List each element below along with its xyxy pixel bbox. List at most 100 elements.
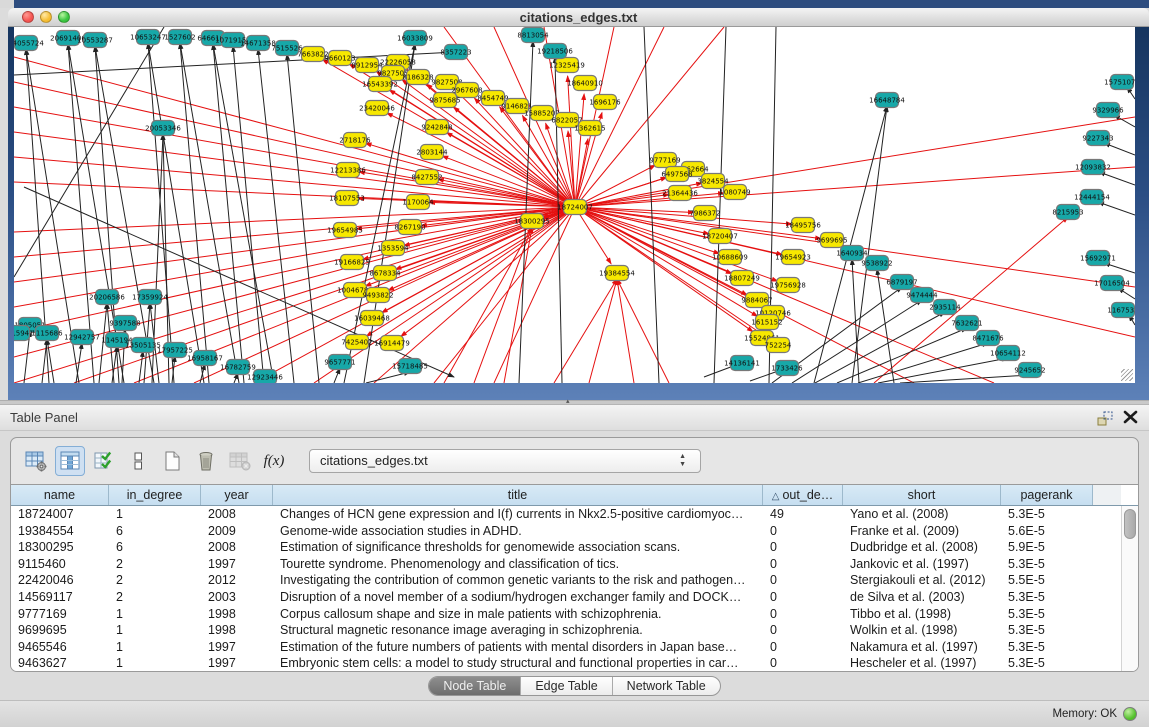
delete-column-button[interactable] bbox=[191, 446, 221, 476]
network-node[interactable]: 14055724 bbox=[14, 36, 44, 51]
network-node[interactable]: 19218506 bbox=[537, 44, 573, 59]
network-node[interactable]: 6879197 bbox=[886, 275, 917, 290]
network-node[interactable]: 9699695 bbox=[816, 233, 847, 248]
network-node[interactable]: 20206586 bbox=[89, 290, 125, 305]
network-edge[interactable] bbox=[180, 43, 239, 383]
network-node[interactable]: 9397588 bbox=[109, 316, 140, 331]
network-node[interactable]: 8813054 bbox=[517, 28, 549, 43]
network-edge[interactable] bbox=[900, 375, 1030, 383]
network-node[interactable]: 12325419 bbox=[549, 58, 585, 73]
network-node[interactable]: 10688609 bbox=[712, 250, 748, 265]
network-node[interactable]: 8427552 bbox=[411, 170, 442, 185]
zoom-window-button[interactable] bbox=[58, 11, 70, 23]
network-edge[interactable] bbox=[233, 46, 264, 383]
network-edge[interactable] bbox=[575, 207, 792, 224]
network-node[interactable]: 1733426 bbox=[771, 361, 803, 376]
network-node[interactable]: 9242848 bbox=[421, 120, 452, 135]
table-row[interactable]: 911546021997Tourette syndrome. Phenomeno… bbox=[11, 556, 1121, 573]
column-header-title[interactable]: title bbox=[273, 485, 763, 505]
table-row[interactable]: 2242004622012Investigating the contribut… bbox=[11, 572, 1121, 589]
network-node[interactable]: 16648784 bbox=[869, 93, 905, 108]
network-node[interactable]: 2718176 bbox=[339, 133, 371, 148]
network-edge[interactable] bbox=[1104, 143, 1135, 155]
network-edge[interactable] bbox=[14, 132, 575, 207]
network-node[interactable]: 8267190 bbox=[394, 220, 425, 235]
network-node[interactable]: 1362615 bbox=[574, 121, 605, 136]
network-node[interactable]: 18107553 bbox=[329, 191, 365, 206]
network-edge[interactable] bbox=[575, 167, 1135, 207]
network-node[interactable]: 18495756 bbox=[785, 218, 821, 233]
network-node[interactable]: 6497568 bbox=[661, 167, 692, 182]
tab-node-table[interactable]: Node Table bbox=[429, 677, 521, 695]
table-row[interactable]: 1456911722003Disruption of a novel membe… bbox=[11, 589, 1121, 606]
network-node[interactable]: 12444154 bbox=[1074, 190, 1110, 205]
select-all-check-button[interactable] bbox=[89, 446, 119, 476]
network-node[interactable]: 19654923 bbox=[775, 250, 811, 265]
network-node[interactable]: 10653247 bbox=[130, 30, 166, 45]
float-window-icon[interactable] bbox=[1096, 410, 1113, 427]
network-node[interactable]: 1615152 bbox=[751, 315, 782, 330]
column-header-name[interactable]: name bbox=[11, 485, 109, 505]
network-edge[interactable] bbox=[213, 44, 274, 383]
network-node[interactable]: 15692971 bbox=[1080, 251, 1116, 266]
network-node[interactable]: 1696176 bbox=[589, 95, 621, 110]
window-titlebar[interactable]: citations_edges.txt bbox=[8, 8, 1149, 27]
network-node[interactable]: 19166825 bbox=[334, 255, 370, 270]
network-node[interactable]: 15751074 bbox=[1104, 75, 1135, 90]
network-node[interactable]: 17016504 bbox=[1094, 276, 1130, 291]
network-node[interactable]: 8186328 bbox=[402, 70, 433, 85]
network-node[interactable]: 8471676 bbox=[972, 331, 1004, 346]
column-header-out-degree[interactable]: △out_de… bbox=[763, 485, 843, 505]
network-canvas[interactable]: 1872400718300295193845547663822966012389… bbox=[14, 27, 1135, 383]
table-selector-dropdown[interactable]: citations_edges.txt ▲▼ bbox=[309, 449, 701, 473]
network-edge[interactable] bbox=[714, 27, 726, 383]
network-node[interactable]: 16782759 bbox=[220, 360, 256, 375]
network-edge[interactable] bbox=[617, 279, 634, 383]
network-node[interactable]: 19756928 bbox=[770, 278, 806, 293]
column-header-year[interactable]: year bbox=[201, 485, 273, 505]
table-row[interactable]: 1830029562008Estimation of significance … bbox=[11, 539, 1121, 556]
network-edge[interactable] bbox=[617, 279, 669, 383]
table-row[interactable]: 977716911998Corpus callosum shape and si… bbox=[11, 606, 1121, 623]
table-settings-button[interactable] bbox=[21, 446, 51, 476]
network-node[interactable]: 20053346 bbox=[145, 121, 181, 136]
network-node[interactable]: 9245652 bbox=[1014, 363, 1045, 378]
network-edge[interactable] bbox=[14, 27, 164, 277]
network-node[interactable]: 2935114 bbox=[929, 300, 961, 315]
close-panel-icon[interactable] bbox=[1123, 409, 1139, 426]
column-header-in-degree[interactable]: in_degree bbox=[109, 485, 201, 505]
network-node[interactable]: 9538922 bbox=[861, 256, 892, 271]
network-node[interactable]: 1167533 bbox=[1107, 303, 1135, 318]
network-node[interactable]: 10654112 bbox=[990, 346, 1026, 361]
network-edge[interactable] bbox=[42, 339, 47, 383]
network-edge[interactable] bbox=[148, 43, 174, 383]
create-column-button[interactable] bbox=[157, 446, 187, 476]
show-columns-button[interactable] bbox=[55, 446, 85, 476]
table-row[interactable]: 1872400712008Changes of HCN gene express… bbox=[11, 506, 1121, 523]
network-edge[interactable] bbox=[14, 107, 575, 207]
network-node[interactable]: 9493822 bbox=[362, 288, 393, 303]
tab-edge-table[interactable]: Edge Table bbox=[521, 677, 612, 695]
table-row[interactable]: 1938455462009Genome-wide association stu… bbox=[11, 523, 1121, 540]
network-node[interactable]: 12093832 bbox=[1075, 160, 1111, 175]
network-edge[interactable] bbox=[554, 279, 617, 383]
function-builder-button[interactable]: f(x) bbox=[259, 446, 289, 476]
network-node[interactable]: 7632621 bbox=[951, 316, 982, 331]
network-node[interactable]: 7986372 bbox=[689, 206, 720, 221]
network-edge[interactable] bbox=[14, 207, 575, 257]
network-node[interactable]: 23420046 bbox=[359, 101, 395, 116]
network-node[interactable]: 12923446 bbox=[247, 370, 283, 384]
network-edge[interactable] bbox=[815, 312, 945, 383]
table-scrollbar[interactable] bbox=[1121, 506, 1138, 671]
network-node[interactable]: 18640910 bbox=[567, 76, 603, 91]
network-node[interactable]: 9777169 bbox=[649, 153, 680, 168]
network-node[interactable]: 1353594 bbox=[377, 241, 409, 256]
network-edge[interactable] bbox=[344, 44, 415, 383]
network-node[interactable]: 8357223 bbox=[440, 45, 471, 60]
table-row[interactable]: 946362711997Embryonic stem cells: a mode… bbox=[11, 655, 1121, 671]
network-node[interactable]: 1640934 bbox=[836, 246, 868, 261]
network-node[interactable]: 1115686 bbox=[31, 326, 63, 341]
network-edge[interactable] bbox=[589, 279, 617, 383]
scrollbar-thumb[interactable] bbox=[1124, 509, 1136, 539]
network-edge[interactable] bbox=[258, 49, 294, 383]
